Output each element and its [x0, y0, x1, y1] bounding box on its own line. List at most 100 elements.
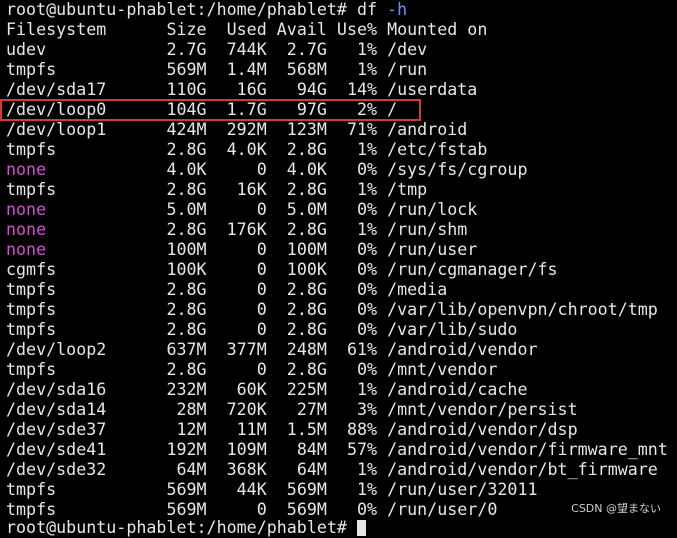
- header-filesystem: Filesystem: [6, 20, 157, 39]
- cell-used: 292M: [206, 120, 267, 139]
- cell-use-pct: 1%: [326, 380, 378, 399]
- cell-size: 569M: [156, 480, 207, 499]
- cell-filesystem: none: [6, 200, 157, 219]
- header-use-pct: Use%: [326, 20, 378, 39]
- cell-mounted-on: /mnt/vendor: [377, 360, 498, 379]
- cell-mounted-on: /run/shm: [377, 220, 468, 239]
- cell-avail: 2.8G: [266, 220, 327, 239]
- cell-used: 0: [206, 320, 267, 339]
- df-row: /dev/loop1 424M 292M 123M 71% /android: [6, 120, 467, 140]
- cell-used: 176K: [206, 220, 267, 239]
- cell-used: 16K: [206, 180, 267, 199]
- cell-size: 637M: [156, 340, 207, 359]
- df-row: /dev/sde37 12M 11M 1.5M 88% /android/ven…: [6, 420, 578, 440]
- cell-mounted-on: /var/lib/openvpn/chroot/tmp: [377, 300, 658, 319]
- df-row: none 4.0K 0 4.0K 0% /sys/fs/cgroup: [6, 160, 527, 180]
- next-prompt-line: root@ubuntu-phablet:/home/phablet#: [6, 518, 366, 538]
- cell-used: 0: [206, 160, 267, 179]
- cell-used: 11M: [206, 420, 267, 439]
- cell-mounted-on: /dev: [377, 40, 428, 59]
- header-mounted-on: Mounted on: [377, 20, 488, 39]
- df-row: tmpfs 569M 44K 569M 1% /run/user/32011: [6, 480, 538, 500]
- cell-size: 2.8G: [156, 180, 207, 199]
- cell-use-pct: 0%: [326, 160, 378, 179]
- cell-use-pct: 0%: [326, 300, 378, 319]
- cell-filesystem: tmpfs: [6, 480, 157, 499]
- cell-filesystem: /dev/sda17: [6, 80, 157, 99]
- cell-used: 0: [206, 300, 267, 319]
- cell-size: 4.0K: [156, 160, 207, 179]
- cell-size: 2.8G: [156, 320, 207, 339]
- cell-use-pct: 1%: [326, 220, 378, 239]
- cell-mounted-on: /tmp: [377, 180, 428, 199]
- cell-size: 100M: [156, 240, 207, 259]
- cell-use-pct: 14%: [326, 80, 378, 99]
- cell-avail: 2.7G: [266, 40, 327, 59]
- cell-avail: 4.0K: [266, 160, 327, 179]
- df-row: tmpfs 2.8G 0 2.8G 0% /var/lib/openvpn/ch…: [6, 300, 658, 320]
- cell-use-pct: 57%: [326, 440, 378, 459]
- df-row: /dev/sde41 192M 109M 84M 57% /android/ve…: [6, 440, 668, 460]
- cell-use-pct: 71%: [326, 120, 378, 139]
- cell-avail: 64M: [266, 460, 327, 479]
- cell-filesystem: /dev/sda14: [6, 400, 157, 419]
- cell-avail: 2.8G: [266, 300, 327, 319]
- cell-use-pct: 1%: [326, 480, 378, 499]
- cell-mounted-on: /media: [377, 280, 448, 299]
- df-row: tmpfs 569M 1.4M 568M 1% /run: [6, 60, 427, 80]
- cell-avail: 5.0M: [266, 200, 327, 219]
- cell-used: 44K: [206, 480, 267, 499]
- watermark: CSDN @望まない: [571, 502, 661, 515]
- cell-size: 2.8G: [156, 300, 207, 319]
- cell-mounted-on: /run/cgmanager/fs: [377, 260, 558, 279]
- cell-use-pct: 61%: [326, 340, 378, 359]
- df-row: /dev/sda14 28M 720K 27M 3% /mnt/vendor/p…: [6, 400, 578, 420]
- cell-used: 1.4M: [206, 60, 267, 79]
- cell-avail: 569M: [266, 500, 327, 519]
- cell-avail: 84M: [266, 440, 327, 459]
- cell-used: 60K: [206, 380, 267, 399]
- cell-size: 569M: [156, 60, 207, 79]
- cell-use-pct: 1%: [326, 40, 378, 59]
- cell-filesystem: tmpfs: [6, 180, 157, 199]
- cell-filesystem: none: [6, 160, 157, 179]
- cell-filesystem: /dev/sde37: [6, 420, 157, 439]
- cell-avail: 1.5M: [266, 420, 327, 439]
- cell-used: 0: [206, 200, 267, 219]
- highlight-rectangle: [0, 99, 421, 121]
- cell-used: 4.0K: [206, 140, 267, 159]
- cell-mounted-on: /android: [377, 120, 468, 139]
- cell-use-pct: 0%: [326, 360, 378, 379]
- cell-avail: 568M: [266, 60, 327, 79]
- cell-size: 424M: [156, 120, 207, 139]
- cell-avail: 225M: [266, 380, 327, 399]
- cell-avail: 94G: [266, 80, 327, 99]
- cell-avail: 2.8G: [266, 280, 327, 299]
- terminal-window[interactable]: root@ubuntu-phablet:/home/phablet# df -h…: [0, 0, 677, 537]
- cell-filesystem: /dev/sde41: [6, 440, 157, 459]
- cell-mounted-on: /android/vendor/firmware_mnt: [377, 440, 668, 459]
- cell-size: 2.8G: [156, 220, 207, 239]
- header-size: Size: [156, 20, 207, 39]
- cell-size: 2.8G: [156, 360, 207, 379]
- cell-mounted-on: /mnt/vendor/persist: [377, 400, 578, 419]
- cell-use-pct: 88%: [326, 420, 378, 439]
- cell-filesystem: none: [6, 220, 157, 239]
- cell-size: 5.0M: [156, 200, 207, 219]
- cell-mounted-on: /android/cache: [377, 380, 528, 399]
- df-row: /dev/loop2 637M 377M 248M 61% /android/v…: [6, 340, 538, 360]
- df-row: cgmfs 100K 0 100K 0% /run/cgmanager/fs: [6, 260, 558, 280]
- df-row: /dev/sda16 232M 60K 225M 1% /android/cac…: [6, 380, 527, 400]
- cell-mounted-on: /run: [377, 60, 428, 79]
- cell-avail: 2.8G: [266, 140, 327, 159]
- cell-mounted-on: /etc/fstab: [377, 140, 488, 159]
- cell-mounted-on: /var/lib/sudo: [377, 320, 518, 339]
- header-avail: Avail: [266, 20, 327, 39]
- cell-used: 0: [206, 280, 267, 299]
- cell-used: 0: [206, 260, 267, 279]
- df-row: none 100M 0 100M 0% /run/user: [6, 240, 477, 260]
- cell-filesystem: tmpfs: [6, 60, 157, 79]
- cell-filesystem: tmpfs: [6, 300, 157, 319]
- cell-mounted-on: /run/lock: [377, 200, 478, 219]
- cell-use-pct: 0%: [326, 320, 378, 339]
